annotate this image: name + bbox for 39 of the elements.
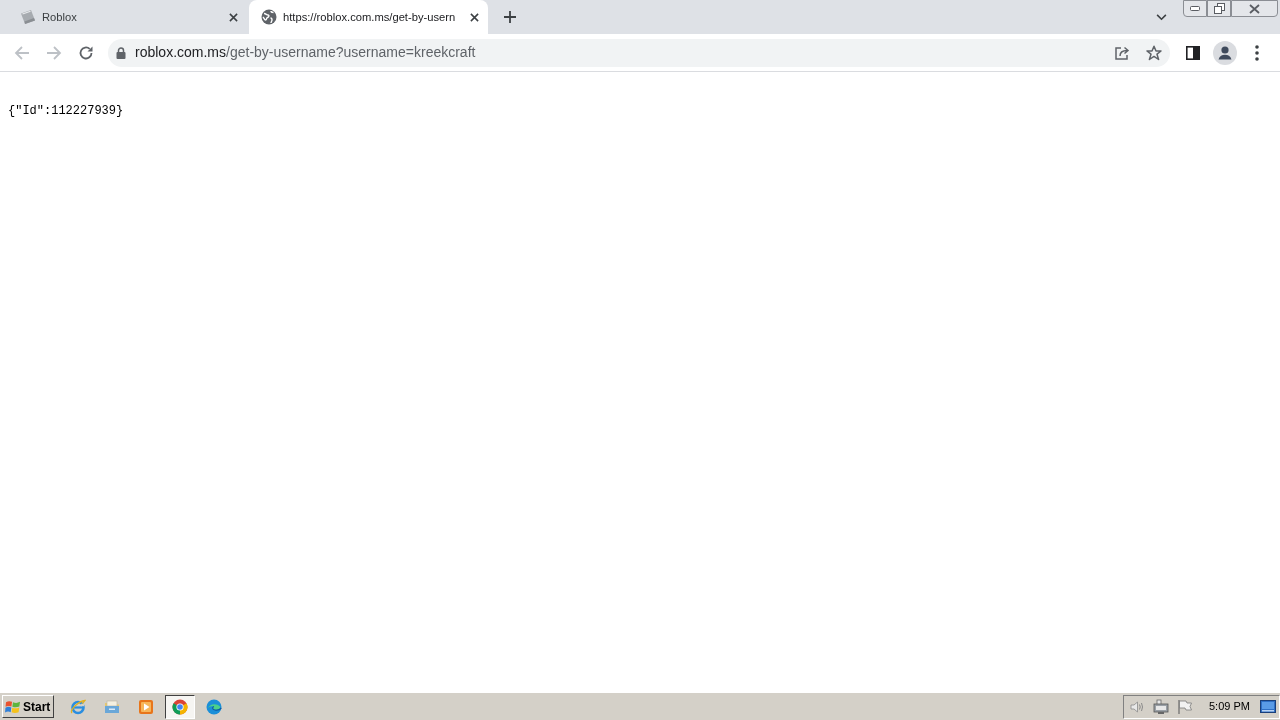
browser-tab[interactable]: https://roblox.com.ms/get-by-usern <box>249 0 488 34</box>
globe-icon <box>261 9 277 25</box>
close-icon <box>469 12 479 22</box>
profile-button[interactable] <box>1211 38 1239 67</box>
arrow-right-icon <box>46 44 62 61</box>
browser-tab[interactable]: Roblox <box>8 0 247 34</box>
flag-logo-icon <box>5 699 21 714</box>
minimize-icon <box>1190 6 1200 11</box>
tile-icon <box>20 9 36 25</box>
orbit-logo-icon <box>70 698 86 715</box>
minimize-button[interactable] <box>1183 0 1207 17</box>
play-icon <box>138 698 154 715</box>
share-icon <box>1114 44 1130 61</box>
restore-button[interactable] <box>1207 0 1231 17</box>
kebab-menu-icon <box>1255 44 1259 61</box>
chevron-down-icon <box>1155 13 1167 21</box>
json-text: {"Id":112227939} <box>8 104 124 118</box>
restore-icon <box>1213 3 1225 14</box>
flag-icon[interactable] <box>1177 698 1193 715</box>
clock-text[interactable]: 5:09 PM <box>1209 698 1250 715</box>
monitor-icon[interactable] <box>1153 698 1169 715</box>
close-button[interactable] <box>1231 0 1278 17</box>
plus-icon <box>504 11 516 23</box>
person-icon <box>1213 40 1237 65</box>
reload-icon <box>78 44 94 61</box>
swirl-logo-icon <box>206 698 222 715</box>
address-bar[interactable]: roblox.com.ms/get-by-username?username=kreekcraft <box>108 38 1170 67</box>
star-icon <box>1146 44 1162 61</box>
folder-icon <box>104 698 120 715</box>
side-panel-icon <box>1186 45 1200 60</box>
arrow-left-icon <box>14 44 30 61</box>
desktop-icon[interactable] <box>1260 700 1276 713</box>
circle-logo-icon <box>172 698 188 715</box>
close-icon <box>228 12 238 22</box>
close-icon <box>1249 3 1260 14</box>
lock-icon <box>116 46 126 59</box>
taskbar-button[interactable] <box>165 694 195 719</box>
start-button[interactable]: Start <box>2 695 54 718</box>
address-text[interactable]: roblox.com.ms/get-by-username?username=kreekcraft <box>135 42 476 63</box>
